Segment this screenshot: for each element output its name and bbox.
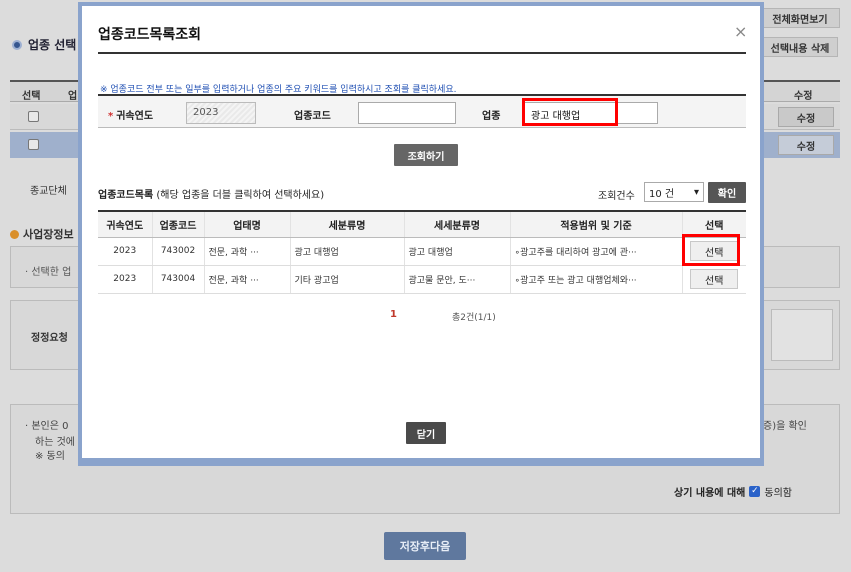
col-select: 선택 (22, 91, 41, 102)
select-button[interactable]: 선택 (690, 269, 739, 289)
table-row[interactable]: 2023 743002 전문, 과학 ··· 광고 대행업 광고 대행업 ∘광고… (98, 237, 746, 266)
full-screen-button[interactable]: 전체화면보기 (760, 8, 840, 28)
page-number-link[interactable]: 1 (390, 309, 397, 320)
edit-button[interactable]: 수정 (778, 107, 834, 127)
code-list-title-hint: (해당 업종을 더블 클릭하여 선택하세요) (156, 190, 325, 201)
industry-input-highlight (522, 98, 618, 126)
cell-year: 2023 (98, 265, 152, 294)
agree-label: 상기 내용에 대해 (674, 488, 746, 499)
col-scope: 적용범위 및 기준 (509, 210, 682, 238)
count-label: 조회건수 (598, 191, 635, 202)
business-info-title-text: 사업장정보 (23, 228, 74, 241)
confirm-button[interactable]: 확인 (708, 182, 746, 203)
correction-request-field[interactable] (771, 309, 833, 361)
business-info-title: 사업장정보 (10, 226, 74, 242)
close-icon[interactable]: × (734, 22, 747, 41)
edit-button[interactable]: 수정 (778, 135, 834, 155)
cell-year: 2023 (98, 237, 152, 266)
consent-text-3: ※ 동의 (35, 451, 65, 462)
row-checkbox[interactable] (28, 139, 39, 150)
cell-business-type: 전문, 과학 ··· (203, 237, 290, 266)
title-divider (98, 52, 746, 54)
save-next-button[interactable]: 저장후다음 (384, 532, 466, 560)
col-year: 귀속연도 (98, 210, 152, 238)
section-bullet-icon (12, 39, 22, 50)
cell-subcategory: 기타 광고업 (289, 265, 404, 294)
code-list-table: 귀속연도 업종코드 업태명 세분류명 세세분류명 적용범위 및 기준 선택 20… (98, 210, 746, 294)
cell-subcategory: 광고 대행업 (289, 237, 404, 266)
section-bullet-icon (10, 229, 19, 239)
table-header-row: 귀속연도 업종코드 업태명 세분류명 세세분류명 적용범위 및 기준 선택 (98, 210, 746, 238)
table-row[interactable]: 2023 743004 전문, 과학 ··· 기타 광고업 광고물 문안, 도·… (98, 265, 746, 294)
agree-checkbox[interactable]: ✓ (749, 486, 761, 497)
year-field: 2023 (186, 102, 256, 124)
cell-select: 선택 (681, 265, 746, 294)
correction-request-label: 정정요청 (31, 333, 68, 344)
modal-title: 업종코드목록조회 (98, 27, 202, 43)
cell-code: 743002 (151, 237, 204, 266)
code-list-title: 업종코드목록 (해당 업종을 더블 클릭하여 선택하세요) (98, 186, 324, 201)
agree-checkbox-label: 동의함 (764, 488, 792, 499)
search-form: * 귀속연도 2023 업종코드 업종 광고 대행업 (98, 94, 746, 128)
chevron-down-icon: ▾ (693, 186, 699, 198)
col-subcategory: 세분류명 (289, 210, 404, 238)
industry-label: 업종 (482, 111, 501, 122)
year-label-text: 귀속연도 (116, 111, 154, 122)
consent-text-1: · 본인은 0 (25, 421, 69, 432)
cell-scope: ∘광고주 또는 광고 대행업체와··· (509, 265, 682, 294)
code-input[interactable] (358, 102, 456, 124)
cell-business-type: 전문, 과학 ··· (203, 265, 290, 294)
col-industry: 업 (68, 91, 78, 102)
count-select-value: 10 건 (649, 188, 675, 200)
search-button[interactable]: 조회하기 (394, 144, 458, 166)
code-label: 업종코드 (294, 111, 331, 122)
required-mark: * (108, 111, 114, 122)
close-button[interactable]: 닫기 (406, 422, 446, 444)
industry-code-modal: 업종코드목록조회 × ※ 업종코드 전부 또는 일부를 입력하거나 업종의 주요… (78, 2, 764, 466)
year-label: * 귀속연도 (108, 107, 153, 122)
code-list-title-bold: 업종코드목록 (98, 190, 154, 201)
cell-scope: ∘광고주를 대리하여 광고에 관··· (509, 237, 682, 266)
religious-org-label: 종교단체 (30, 186, 67, 197)
total-count: 총2건(1/1) (452, 313, 496, 323)
modal-bottom-border (78, 458, 764, 466)
col-edit: 수정 (794, 91, 813, 102)
agree-row: 상기 내용에 대해 ✓ 동의함 (674, 484, 792, 499)
row-checkbox[interactable] (28, 111, 39, 122)
consent-text-tail: 증)을 확인 (763, 421, 807, 432)
col-business-type: 업태명 (203, 210, 290, 238)
count-select[interactable]: 10 건 ▾ (644, 182, 704, 202)
industry-section-title-text: 업종 선택 (28, 38, 77, 52)
col-code: 업종코드 (151, 210, 204, 238)
cell-sub-subcategory: 광고 대행업 (403, 237, 510, 266)
consent-text-2: 하는 것에 (35, 437, 75, 448)
select-button-highlight (682, 234, 740, 266)
cell-code: 743004 (151, 265, 204, 294)
delete-selection-button[interactable]: 선택내용 삭제 (762, 37, 838, 57)
cell-sub-subcategory: 광고물 문안, 도··· (403, 265, 510, 294)
industry-section-title: 업종 선택 (12, 36, 76, 53)
col-sub-subcategory: 세세분류명 (403, 210, 510, 238)
selected-industry-text: · 선택한 업 (25, 267, 72, 278)
